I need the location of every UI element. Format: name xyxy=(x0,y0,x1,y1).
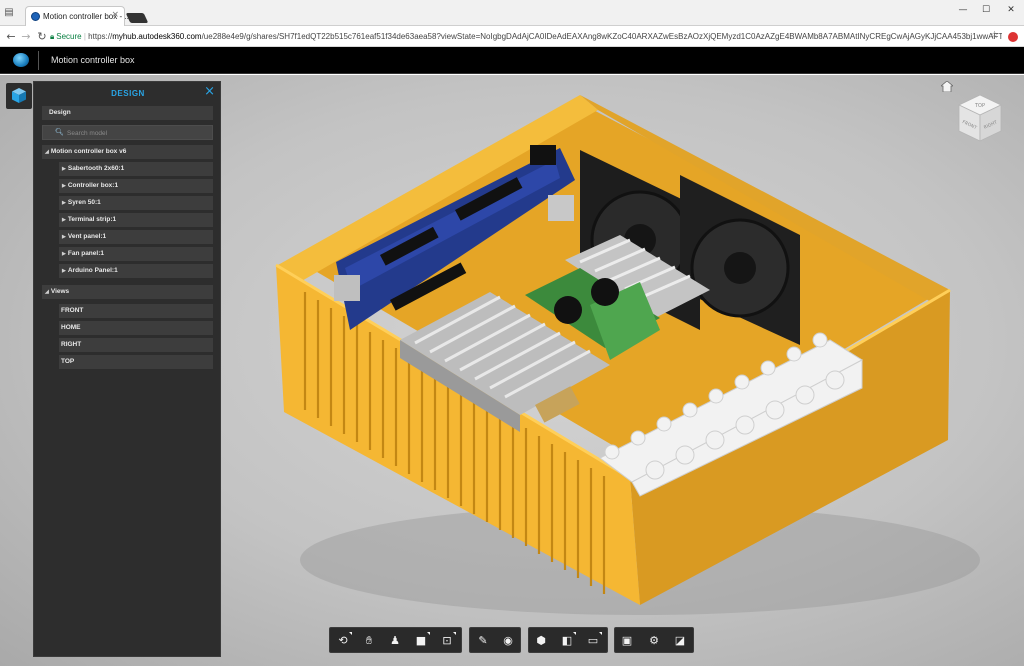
tree-item-sabertooth[interactable]: ▶ Sabertooth 2x60:1 xyxy=(59,162,213,176)
minimize-window-button[interactable]: — xyxy=(955,3,971,17)
browser-tab-strip: ▤ Motion controller box - ... × — ☐ ✕ xyxy=(0,0,1024,26)
lock-icon: 🔒︎ xyxy=(50,32,55,41)
tree-item-syren[interactable]: ▶ Syren 50:1 xyxy=(59,196,213,210)
design-section-label: Design xyxy=(49,109,71,116)
home-view-icon[interactable] xyxy=(941,81,953,92)
viewcube-top-label[interactable]: TOP xyxy=(974,103,985,109)
secure-label: Secure xyxy=(56,32,82,41)
settings-toolbar: ▣ ⚙︎ ◪ xyxy=(614,627,694,653)
views-section-header[interactable]: ◢ Views xyxy=(42,285,213,299)
view-item-front[interactable]: FRONT xyxy=(59,304,213,318)
expand-triangle-icon[interactable]: ▶ xyxy=(62,264,66,278)
header-divider xyxy=(38,51,39,70)
expand-triangle-icon[interactable]: ▶ xyxy=(62,247,66,261)
view-item-label: RIGHT xyxy=(61,341,82,348)
address-bar: ← → ↻ 🔒︎ Secure | https://myhub.autodesk3… xyxy=(0,27,1024,47)
tree-item-label: Fan panel:1 xyxy=(67,250,104,257)
maximize-window-button[interactable]: ☐ xyxy=(978,3,994,17)
measure-icon[interactable]: ▭ xyxy=(584,632,602,650)
close-tab-icon[interactable]: × xyxy=(111,10,119,20)
browser-tab[interactable]: Motion controller box - ... × xyxy=(25,6,131,26)
search-model-field[interactable]: 🔍︎ xyxy=(42,125,213,140)
navigation-toolbar: ⟲ ✋︎ ♟︎ ■ ⊡ xyxy=(329,627,462,653)
tree-item-fan-panel[interactable]: ▶ Fan panel:1 xyxy=(59,247,213,261)
tree-item-controller-box[interactable]: ▶ Controller box:1 xyxy=(59,179,213,193)
expand-triangle-icon[interactable]: ▶ xyxy=(62,179,66,193)
review-toolbar: ✎ ◉ xyxy=(469,627,521,653)
viewcube[interactable]: TOP FRONT RIGHT xyxy=(957,93,1003,143)
panel-title: DESIGN xyxy=(111,89,145,98)
tree-item-label: Vent panel:1 xyxy=(67,233,107,240)
model-browser-button-icon[interactable]: ▣ xyxy=(618,632,636,650)
search-model-input[interactable] xyxy=(67,127,207,139)
url-path: /ue288e4e9/g/shares/SH7f1edQT22b515c761e… xyxy=(201,32,1002,41)
tree-item-arduino-panel[interactable]: ▶ Arduino Panel:1 xyxy=(59,264,213,278)
close-window-button[interactable]: ✕ xyxy=(1003,3,1019,17)
visibility-icon[interactable]: ◉ xyxy=(499,632,517,650)
expand-triangle-icon[interactable]: ▶ xyxy=(62,213,66,227)
tree-root-label: Motion controller box v6 xyxy=(50,148,127,155)
collapse-triangle-icon[interactable]: ◢ xyxy=(45,285,49,299)
explode-icon[interactable]: ⬢ xyxy=(532,632,550,650)
search-icon: 🔍︎ xyxy=(55,128,64,136)
design-title: Motion controller box xyxy=(51,55,135,65)
section-icon[interactable]: ◧ xyxy=(558,632,576,650)
orbit-icon[interactable]: ⟲ xyxy=(334,632,352,650)
back-arrow-icon[interactable]: ← xyxy=(5,30,17,44)
tree-item-label: Syren 50:1 xyxy=(67,199,101,206)
url-field[interactable]: 🔒︎ Secure | https://myhub.autodesk360.com… xyxy=(50,29,1002,45)
view-item-top[interactable]: TOP xyxy=(59,355,213,369)
modeling-toolbar: ⬢ ◧ ▭ xyxy=(528,627,608,653)
tree-item-terminal-strip[interactable]: ▶ Terminal strip:1 xyxy=(59,213,213,227)
app-header: Motion controller box xyxy=(0,47,1024,74)
close-panel-icon[interactable]: × xyxy=(204,84,215,100)
3d-viewer[interactable]: DESIGN × Design 🔍︎ ◢Motion controller bo… xyxy=(0,75,1024,666)
walk-icon[interactable]: ♟︎ xyxy=(386,632,404,650)
expand-triangle-icon[interactable]: ▶ xyxy=(62,162,66,176)
fit-icon[interactable]: ⊡ xyxy=(438,632,456,650)
view-item-home[interactable]: HOME xyxy=(59,321,213,335)
app-menu-icon[interactable]: ▤ xyxy=(3,7,15,19)
autodesk-favicon-icon xyxy=(31,12,40,21)
view-item-label: FRONT xyxy=(61,307,84,314)
bookmark-star-icon[interactable]: ☆ xyxy=(990,30,999,41)
model-browser-panel: DESIGN × Design 🔍︎ ◢Motion controller bo… xyxy=(33,81,221,657)
view-item-label: HOME xyxy=(61,324,81,331)
design-section-header: Design xyxy=(42,106,213,120)
tree-item-label: Sabertooth 2x60:1 xyxy=(67,165,125,172)
tree-item-label: Terminal strip:1 xyxy=(67,216,117,223)
model-browser-icon xyxy=(12,88,26,103)
extension-icon[interactable] xyxy=(1008,32,1018,42)
tree-item-label: Controller box:1 xyxy=(67,182,119,189)
url-scheme: https:// xyxy=(88,32,113,41)
markup-icon[interactable]: ✎ xyxy=(474,632,492,650)
camera-icon[interactable]: ■ xyxy=(412,632,430,650)
view-item-label: TOP xyxy=(61,358,75,365)
autodesk-logo-icon[interactable] xyxy=(13,53,29,67)
expand-triangle-icon[interactable]: ▶ xyxy=(62,196,66,210)
url-host: myhub.autodesk360.com xyxy=(112,32,202,41)
reload-icon[interactable]: ↻ xyxy=(36,30,48,44)
settings-icon[interactable]: ⚙︎ xyxy=(645,632,663,650)
views-section-label: Views xyxy=(50,288,70,295)
new-tab-button[interactable] xyxy=(125,13,149,23)
forward-arrow-icon[interactable]: → xyxy=(20,30,32,44)
view-item-right[interactable]: RIGHT xyxy=(59,338,213,352)
fullscreen-icon[interactable]: ◪ xyxy=(671,632,689,650)
tree-root-item[interactable]: ◢ Motion controller box v6 xyxy=(42,145,213,159)
collapse-triangle-icon[interactable]: ◢ xyxy=(45,145,49,159)
expand-triangle-icon[interactable]: ▶ xyxy=(62,230,66,244)
tree-item-label: Arduino Panel:1 xyxy=(67,267,118,274)
pan-icon[interactable]: ✋︎ xyxy=(360,632,378,650)
model-browser-toggle[interactable] xyxy=(6,83,32,109)
tree-item-vent-panel[interactable]: ▶ Vent panel:1 xyxy=(59,230,213,244)
